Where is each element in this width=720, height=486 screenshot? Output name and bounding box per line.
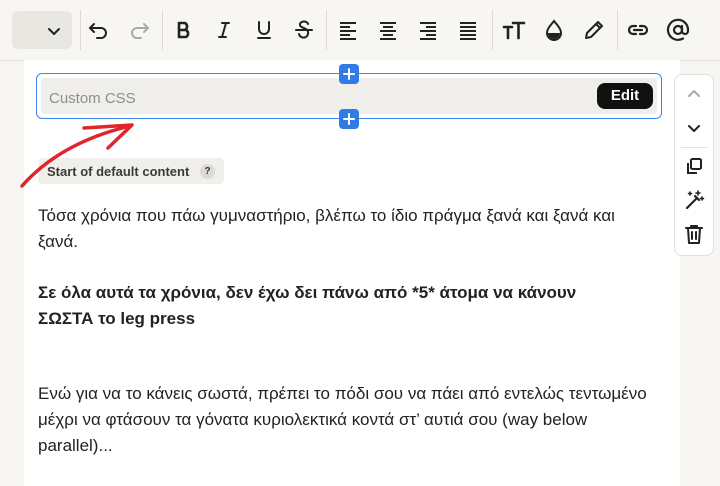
toolbar-divider	[492, 10, 493, 50]
move-down-button[interactable]	[675, 113, 713, 143]
underline-icon	[257, 21, 271, 39]
align-left-button[interactable]	[331, 12, 365, 48]
redo-button[interactable]	[122, 12, 156, 48]
align-justify-icon	[460, 22, 476, 40]
copy-icon	[687, 158, 702, 174]
underline-button[interactable]	[247, 12, 281, 48]
duplicate-button[interactable]	[675, 151, 713, 181]
strikethrough-button[interactable]	[287, 12, 321, 48]
toolbar-divider	[617, 10, 618, 50]
paragraph-text: Τόσα χρόνια που πάω γυμναστήριο, βλέπω τ…	[38, 206, 615, 251]
highlight-button[interactable]	[577, 12, 611, 48]
text-color-button[interactable]	[537, 12, 571, 48]
italic-icon	[218, 22, 230, 38]
paragraph[interactable]: Τόσα χρόνια που πάω γυμναστήριο, βλέπω τ…	[38, 203, 658, 255]
at-icon	[666, 18, 690, 41]
chevron-down-icon	[48, 28, 60, 35]
trash-icon	[685, 225, 703, 244]
ai-magic-button[interactable]	[675, 185, 713, 215]
add-block-below-button[interactable]	[339, 109, 359, 129]
redo-icon	[131, 23, 149, 39]
align-justify-button[interactable]	[451, 12, 485, 48]
paragraph-line: μέχρι να φτάσουν τα γόνατα κυριολεκτικά …	[38, 410, 588, 429]
block-type-select[interactable]	[12, 11, 72, 49]
side-toolbar-divider	[681, 147, 707, 148]
droplet-icon	[545, 19, 563, 41]
paragraph-line: Ενώ για να το κάνεις σωστά, πρέπει το πό…	[38, 384, 647, 403]
plus-icon	[343, 68, 355, 80]
edit-button[interactable]: Edit	[597, 83, 653, 109]
add-block-above-button[interactable]	[339, 64, 359, 84]
paragraph[interactable]: Ενώ για να το κάνεις σωστά, πρέπει το πό…	[38, 381, 658, 459]
help-badge[interactable]: ?	[200, 164, 215, 179]
pen-icon	[585, 21, 603, 39]
toolbar-divider	[326, 10, 327, 50]
block-side-toolbar	[674, 74, 714, 256]
text-size-button[interactable]	[497, 12, 531, 48]
default-content-tag: Start of default content ?	[38, 158, 224, 184]
align-right-icon	[420, 22, 436, 40]
bold-icon	[177, 21, 190, 39]
move-up-button[interactable]	[675, 79, 713, 109]
toolbar-divider	[80, 10, 81, 50]
undo-icon	[89, 23, 107, 39]
align-right-button[interactable]	[411, 12, 445, 48]
undo-button[interactable]	[82, 12, 116, 48]
italic-button[interactable]	[207, 12, 241, 48]
text-size-icon	[502, 21, 526, 40]
default-content-label: Start of default content	[47, 164, 190, 179]
delete-button[interactable]	[675, 219, 713, 249]
paragraph-line: Σε όλα αυτά τα χρόνια, δεν έχω δει πάνω …	[38, 283, 577, 302]
link-button[interactable]	[621, 12, 655, 48]
bold-button[interactable]	[167, 12, 201, 48]
align-center-icon	[380, 22, 396, 40]
align-left-icon	[340, 22, 356, 40]
toolbar-divider	[162, 10, 163, 50]
align-center-button[interactable]	[371, 12, 405, 48]
link-icon	[627, 24, 649, 36]
mention-button[interactable]	[661, 12, 695, 48]
plus-icon	[343, 113, 355, 125]
strikethrough-icon	[295, 20, 313, 39]
custom-css-label: Custom CSS	[49, 90, 136, 107]
chevron-down-icon	[688, 125, 700, 132]
paragraph-bold[interactable]: Σε όλα αυτά τα χρόνια, δεν έχω δει πάνω …	[38, 280, 658, 332]
editor-toolbar	[0, 0, 720, 61]
paragraph-line: parallel)...	[38, 436, 113, 455]
chevron-up-icon	[688, 90, 700, 97]
magic-wand-icon	[685, 190, 705, 210]
paragraph-line: ΣΩΣΤΑ το leg press	[38, 309, 196, 328]
